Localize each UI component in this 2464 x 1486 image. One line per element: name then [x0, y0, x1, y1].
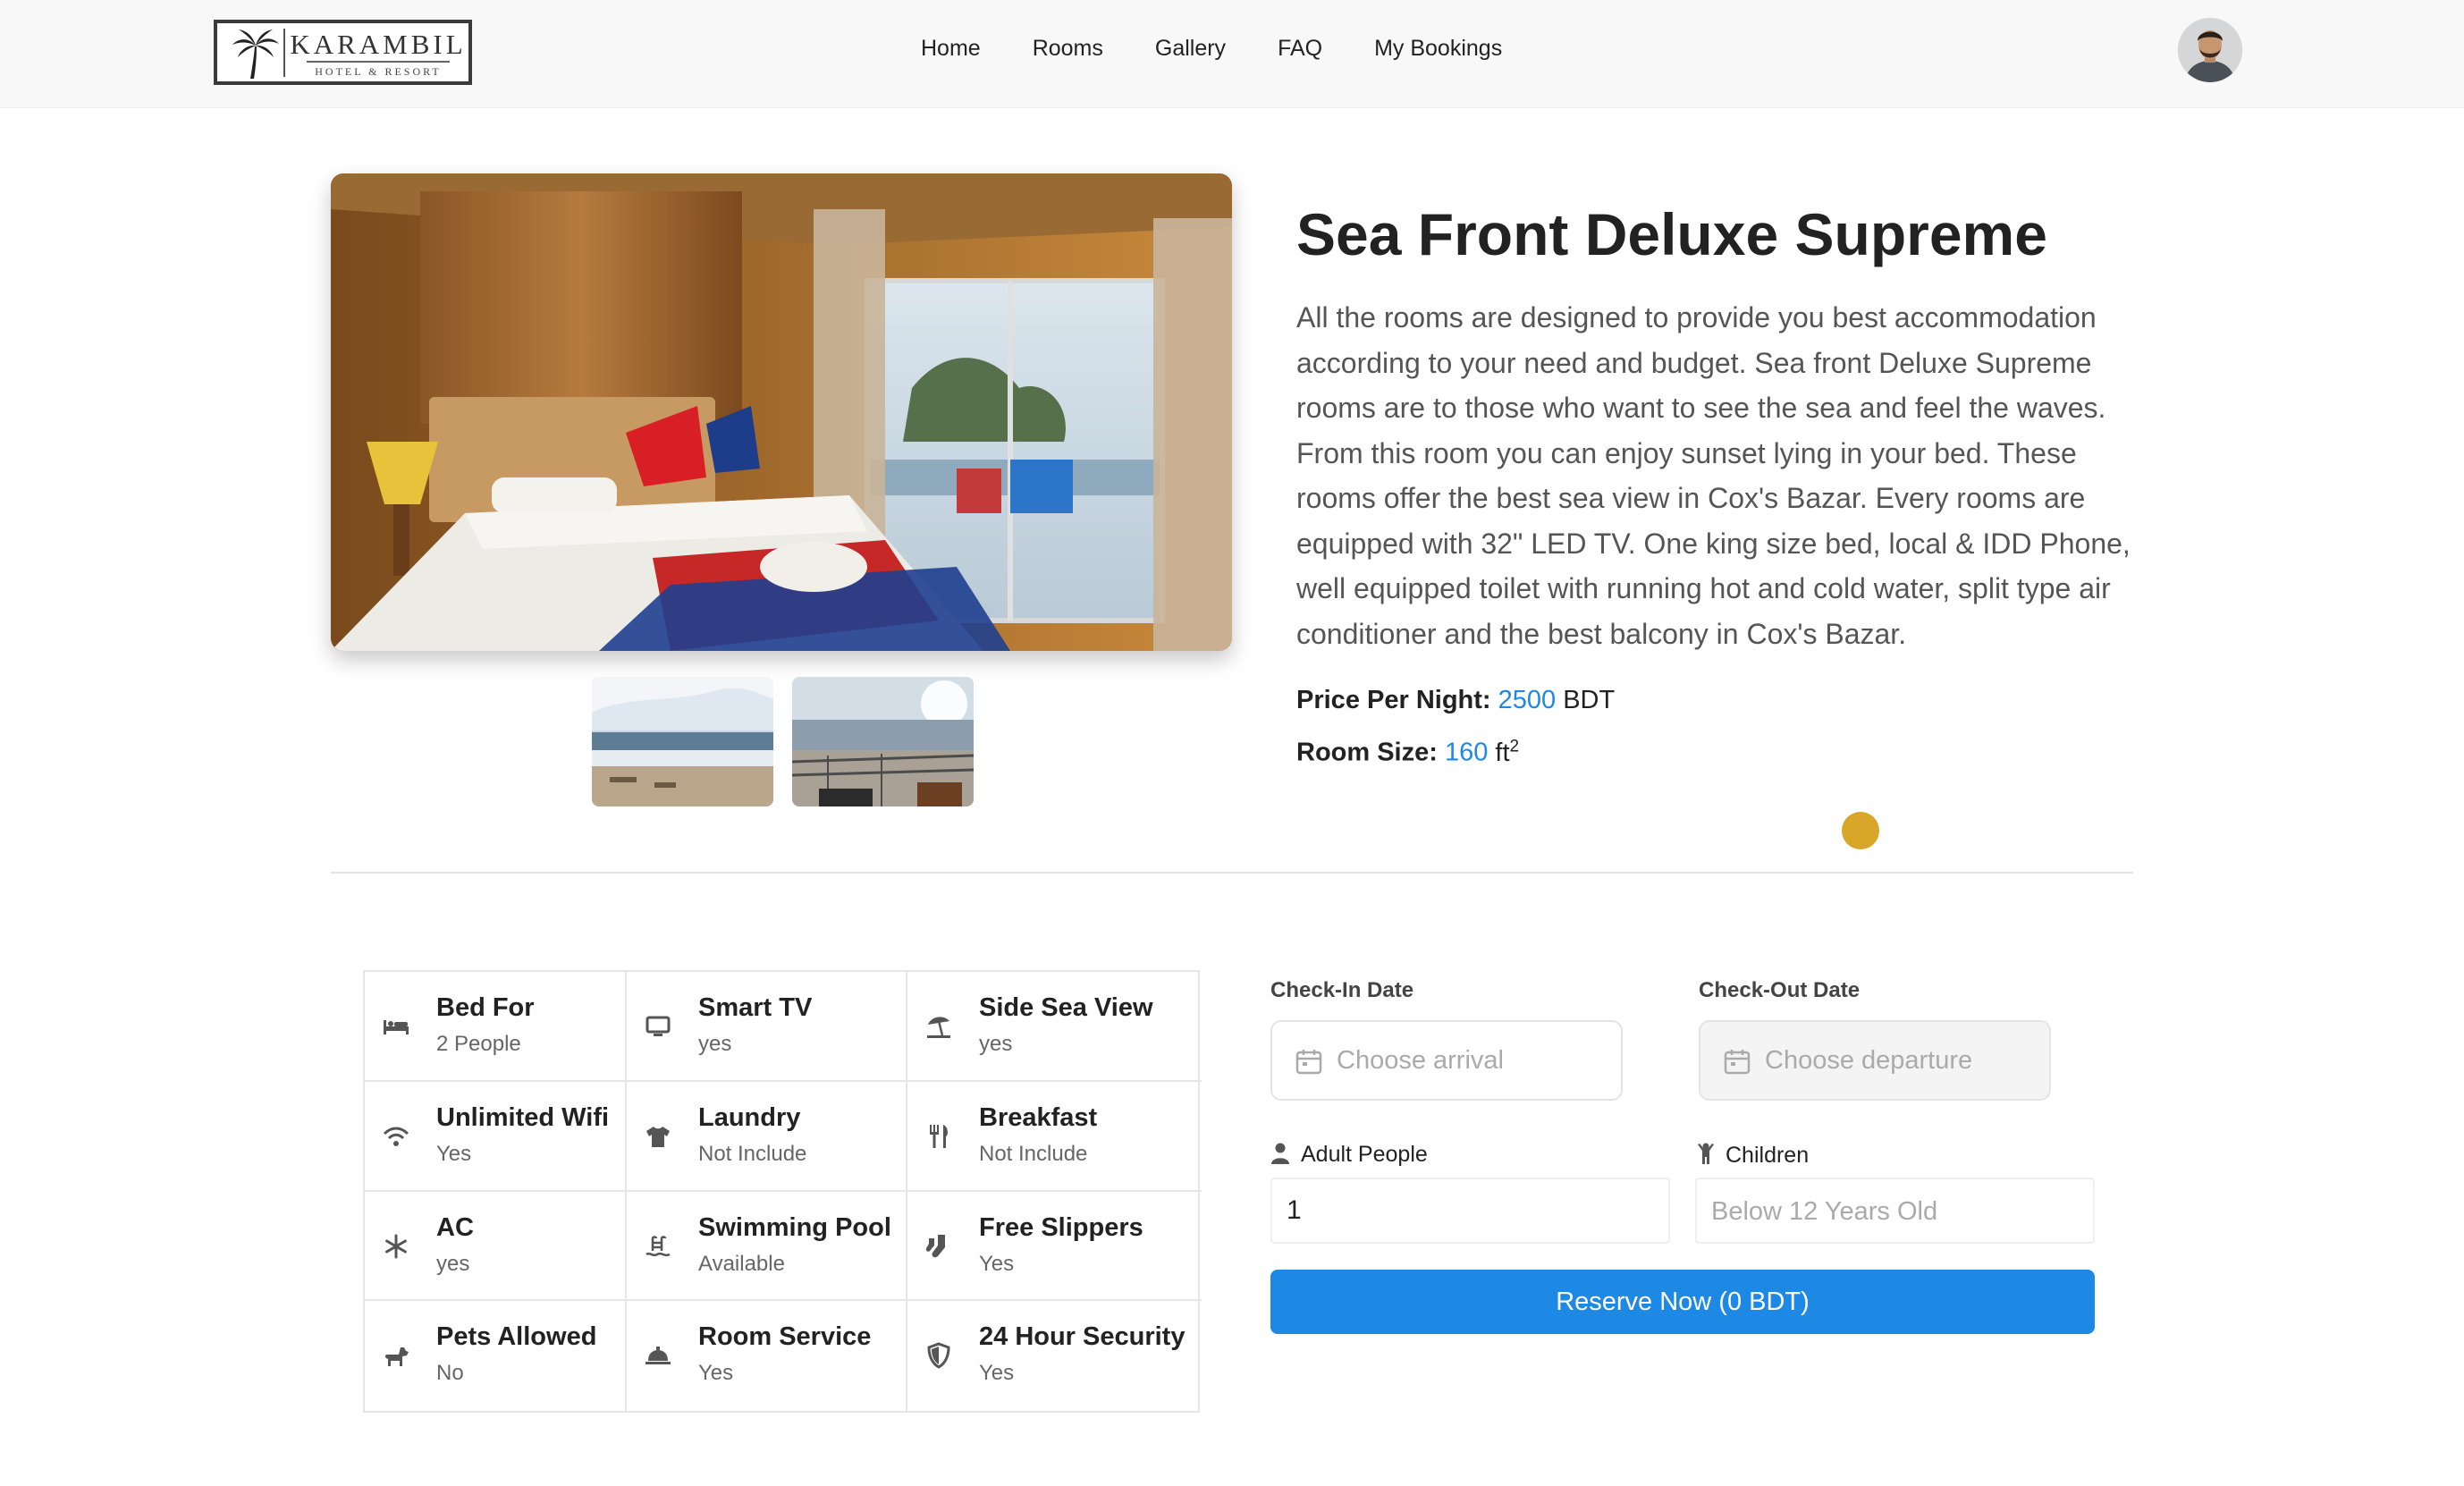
pool-icon [645, 1233, 671, 1260]
checkin-placeholder: Choose arrival [1337, 1046, 1504, 1075]
amenity-laundry: Laundry Not Include [627, 1081, 907, 1192]
amenity-side-sea-view: Side Sea View yes [907, 972, 1202, 1082]
children-input[interactable]: Below 12 Years Old [1695, 1178, 2095, 1244]
amenity-value: 2 People [436, 1032, 521, 1056]
section-divider [331, 872, 2133, 874]
tv-icon [645, 1013, 671, 1040]
logo-brand-name: KARAMBIL [290, 29, 467, 60]
main-nav: Home Rooms Gallery FAQ My Bookings [921, 36, 1554, 62]
amenity-title: Pets Allowed [436, 1322, 597, 1352]
checkout-date-input[interactable]: Choose departure [1699, 1020, 2051, 1101]
reserve-now-button[interactable]: Reserve Now (0 BDT) [1270, 1270, 2095, 1334]
amenity-unlimited-wifi: Unlimited Wifi Yes [365, 1081, 627, 1192]
site-logo[interactable]: KARAMBIL HOTEL & RESORT [214, 20, 472, 85]
size-exponent: 2 [1509, 737, 1520, 756]
price-value: 2500 [1498, 686, 1557, 714]
amenity-title: Smart TV [698, 993, 813, 1022]
adult-people-value: 1 [1287, 1195, 1302, 1225]
room-main-image[interactable] [331, 173, 1232, 651]
amenity-value: Yes [698, 1361, 734, 1386]
checkout-label: Check-Out Date [1699, 978, 1861, 1002]
amenity-title: Bed For [436, 993, 535, 1022]
adult-people-label: Adult People [1270, 1142, 1428, 1170]
calendar-icon [1295, 1048, 1322, 1079]
amenity-value: yes [979, 1032, 1013, 1056]
amenity-smart-tv: Smart TV yes [627, 972, 907, 1082]
beach-umbrella-icon [925, 1013, 952, 1040]
nav-faq[interactable]: FAQ [1278, 36, 1322, 62]
top-navbar: KARAMBIL HOTEL & RESORT Home Rooms Galle… [0, 0, 2464, 108]
amenity-value: Available [698, 1251, 785, 1276]
amenity-ac: AC yes [365, 1191, 627, 1302]
size-unit: ft2 [1495, 737, 1520, 767]
children-placeholder: Below 12 Years Old [1711, 1197, 1938, 1226]
amenity-value: Yes [979, 1361, 1015, 1386]
shield-icon [925, 1342, 952, 1369]
amenity-value: No [436, 1361, 464, 1386]
price-label: Price Per Night: [1296, 686, 1491, 714]
amenity-title: Free Slippers [979, 1212, 1143, 1242]
nav-rooms[interactable]: Rooms [1033, 36, 1103, 62]
user-icon [1270, 1143, 1290, 1170]
amenity-title: Unlimited Wifi [436, 1102, 610, 1132]
socks-icon [925, 1233, 952, 1260]
nav-home[interactable]: Home [921, 36, 981, 62]
amenity-title: AC [436, 1212, 474, 1242]
room-thumbnail-1[interactable] [592, 677, 773, 806]
amenity-breakfast: Breakfast Not Include [907, 1082, 1202, 1192]
amenity-value: yes [698, 1032, 732, 1056]
shirt-icon [645, 1123, 671, 1150]
logo-divider [283, 29, 285, 77]
room-description: All the rooms are designed to provide yo… [1296, 301, 2131, 650]
room-thumbnail-2[interactable] [792, 677, 974, 806]
size-value: 160 [1444, 738, 1489, 767]
amenity-24-hour-security: 24 Hour Security Yes [907, 1301, 1202, 1411]
amenity-title: Laundry [698, 1102, 801, 1132]
user-avatar[interactable] [2178, 18, 2242, 82]
amenity-title: Swimming Pool [698, 1212, 891, 1242]
amenity-title: 24 Hour Security [979, 1322, 1186, 1352]
amenity-bed-for: Bed For 2 People [365, 972, 627, 1082]
service-bell-icon [645, 1342, 671, 1369]
amenity-value: Not Include [698, 1141, 807, 1166]
palm-tree-icon [232, 30, 279, 79]
child-icon [1697, 1142, 1715, 1171]
amenity-swimming-pool: Swimming Pool Available [627, 1191, 907, 1302]
logo-rule [307, 61, 450, 63]
checkout-placeholder: Choose departure [1765, 1046, 1973, 1075]
amenity-title: Room Service [698, 1322, 872, 1352]
amenity-title: Breakfast [979, 1102, 1098, 1132]
amenity-title: Side Sea View [979, 993, 1153, 1022]
room-size: Room Size: 160 ft2 [1296, 737, 1519, 768]
amenity-free-slippers: Free Slippers Yes [907, 1192, 1202, 1302]
nav-gallery[interactable]: Gallery [1155, 36, 1226, 62]
checkin-label: Check-In Date [1270, 978, 1414, 1002]
amenity-value: Yes [436, 1141, 472, 1166]
amenity-value: yes [436, 1251, 470, 1276]
logo-tagline: HOTEL & RESORT [315, 65, 442, 78]
nav-my-bookings[interactable]: My Bookings [1374, 36, 1502, 62]
utensils-icon [925, 1123, 952, 1150]
amenity-room-service: Room Service Yes [627, 1301, 907, 1411]
dog-icon [383, 1342, 409, 1369]
snowflake-icon [383, 1233, 409, 1260]
children-label: Children [1697, 1142, 1809, 1171]
calendar-icon [1724, 1048, 1751, 1079]
status-dot [1842, 812, 1879, 849]
amenity-value: Not Include [979, 1141, 1088, 1166]
amenity-value: Yes [979, 1251, 1015, 1276]
adult-people-input[interactable]: 1 [1270, 1178, 1670, 1244]
room-title: Sea Front Deluxe Supreme [1296, 201, 2047, 267]
price-unit: BDT [1563, 686, 1616, 714]
amenity-pets-allowed: Pets Allowed No [365, 1301, 627, 1411]
amenities-table: Bed For 2 People Smart TV yes Side Sea V… [363, 970, 1202, 1413]
bed-icon [383, 1013, 409, 1040]
wifi-icon [383, 1123, 409, 1150]
checkin-date-input[interactable]: Choose arrival [1270, 1020, 1623, 1101]
price-per-night: Price Per Night: 2500 BDT [1296, 686, 1615, 715]
size-label: Room Size: [1296, 738, 1438, 767]
